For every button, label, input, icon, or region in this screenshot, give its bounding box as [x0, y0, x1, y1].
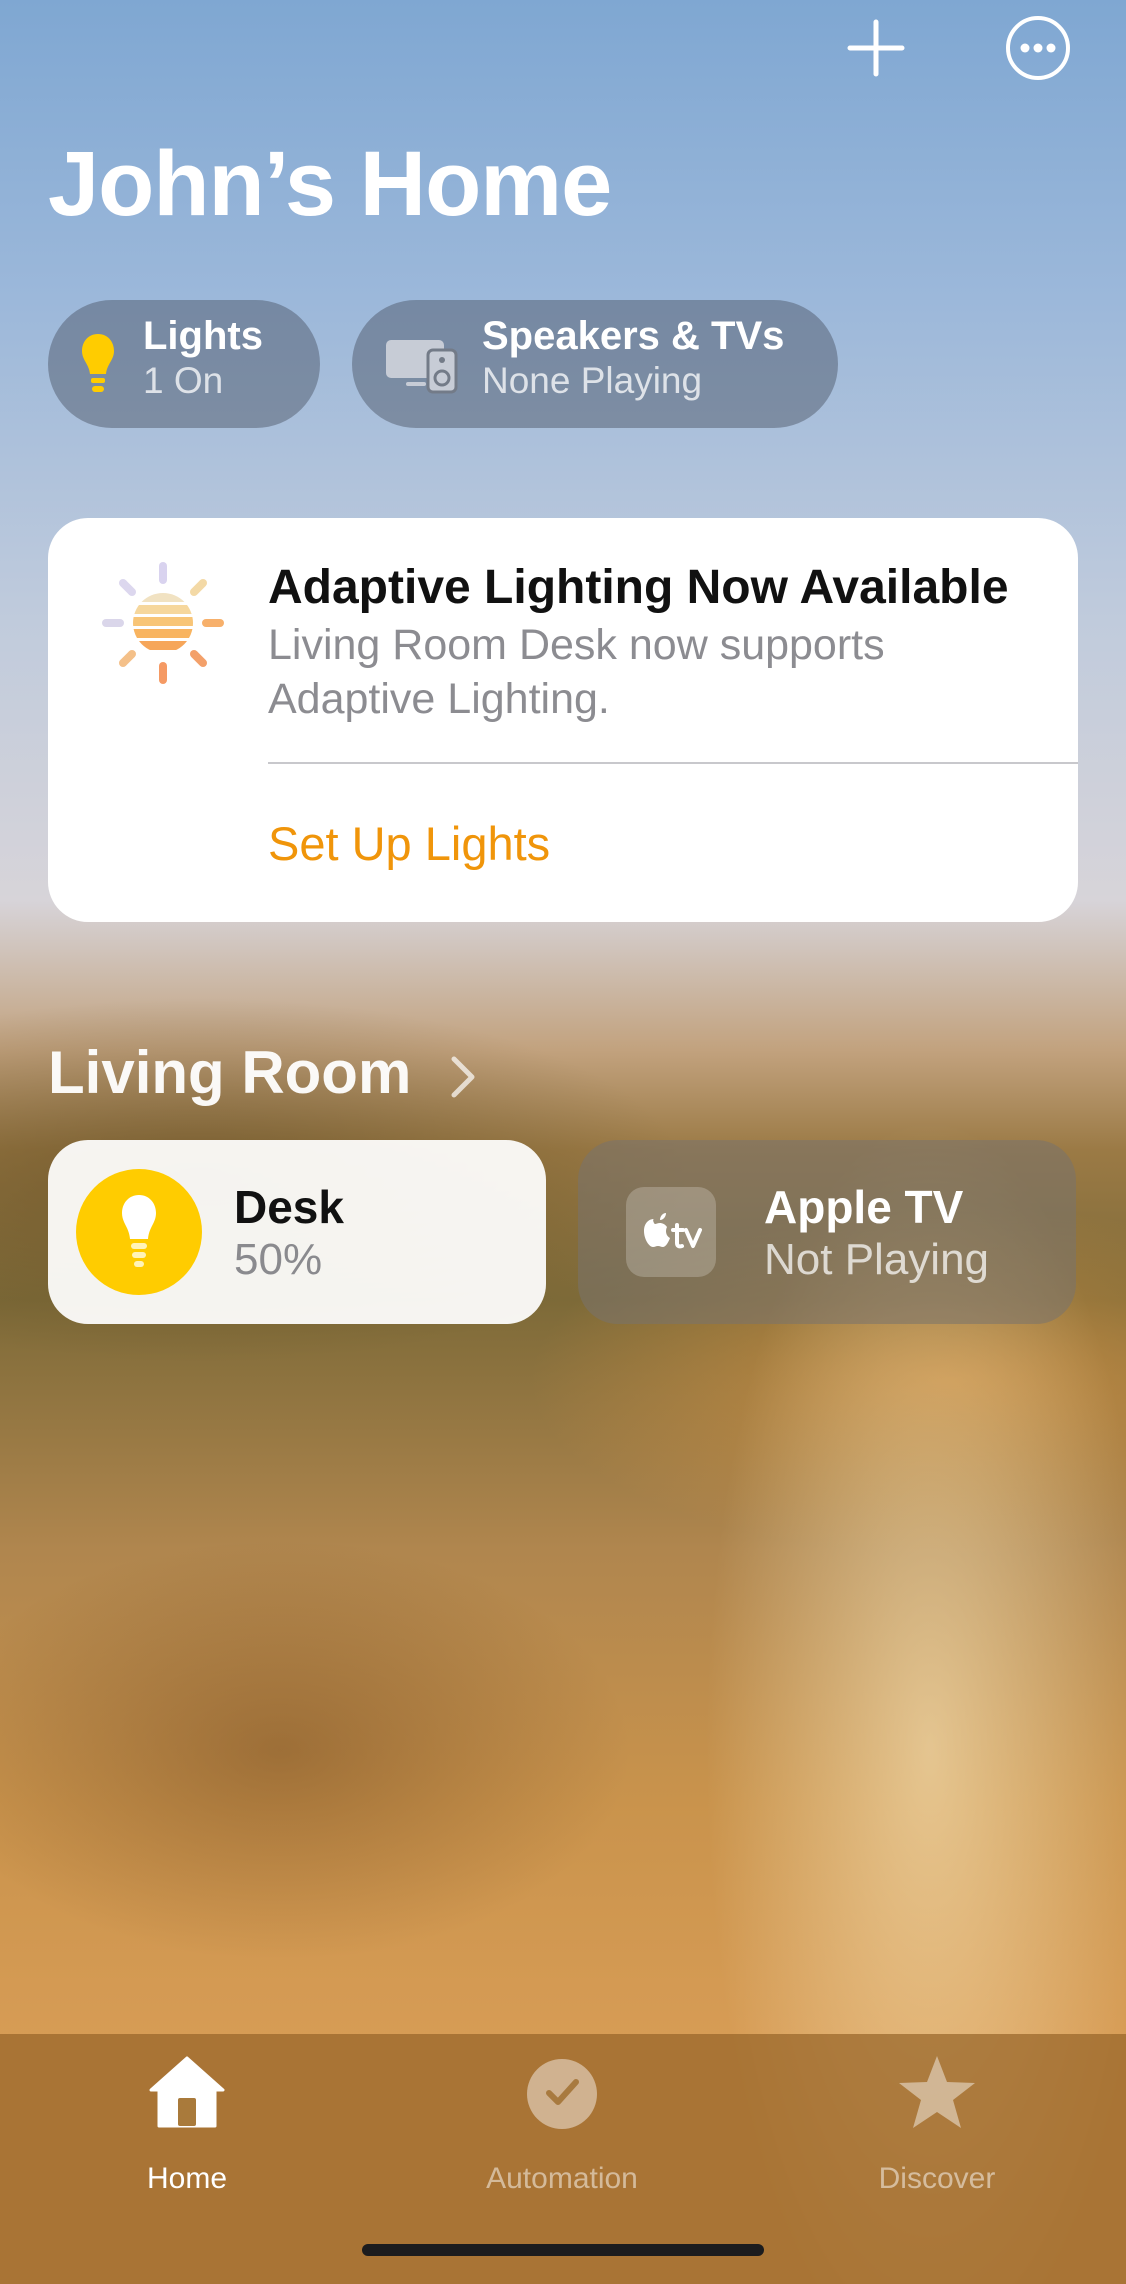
star-icon	[899, 2056, 975, 2128]
adaptive-lighting-banner: Adaptive Lighting Now Available Living R…	[48, 518, 1078, 922]
lightbulb-icon	[82, 334, 114, 392]
tab-home[interactable]: Home	[57, 2054, 317, 2195]
room-name: Living Room	[48, 1039, 412, 1106]
lights-pill-title: Lights	[143, 314, 263, 358]
accessory-status: 50%	[234, 1235, 323, 1284]
banner-title: Adaptive Lighting Now Available	[268, 561, 1009, 614]
accessory-name: Desk	[234, 1181, 344, 1233]
house-icon	[149, 2056, 225, 2128]
clock-check-icon	[527, 2059, 597, 2129]
room-header[interactable]: Living Room	[48, 1038, 476, 1107]
plus-icon	[847, 19, 905, 77]
set-up-lights-button[interactable]: Set Up Lights	[268, 816, 550, 871]
accessory-tile-desk[interactable]: Desk 50%	[48, 1140, 546, 1324]
add-button[interactable]	[842, 14, 910, 82]
home-indicator[interactable]	[362, 2244, 764, 2256]
banner-description: Living Room Desk now supports Adaptive L…	[268, 621, 885, 723]
speakers-tvs-status-pill[interactable]: Speakers & TVs None Playing	[352, 300, 838, 428]
apple-tv-icon	[626, 1187, 716, 1277]
ellipsis-circle-icon	[1006, 16, 1070, 80]
desk-icon-circle	[76, 1169, 202, 1295]
tab-label: Discover	[878, 2162, 996, 2195]
banner-divider	[268, 762, 1078, 764]
accessory-name: Apple TV	[764, 1181, 964, 1233]
adaptive-lighting-sun-icon	[102, 562, 224, 684]
lights-pill-status: 1 On	[143, 360, 224, 401]
page-title: John’s Home	[48, 133, 612, 235]
chevron-right-icon	[451, 1056, 475, 1098]
accessory-tile-apple-tv[interactable]: Apple TV Not Playing	[578, 1140, 1076, 1324]
accessory-status: Not Playing	[764, 1235, 990, 1284]
lights-status-pill[interactable]: Lights 1 On	[48, 300, 320, 428]
speaker-tv-icon	[386, 340, 458, 394]
speakers-pill-status: None Playing	[482, 360, 703, 401]
tab-label: Automation	[486, 2162, 638, 2195]
lightbulb-icon	[122, 1195, 156, 1267]
tab-discover[interactable]: Discover	[807, 2054, 1067, 2195]
speakers-pill-title: Speakers & TVs	[482, 314, 785, 358]
more-button[interactable]	[1004, 14, 1072, 82]
tab-label: Home	[146, 2162, 228, 2195]
tab-automation[interactable]: Automation	[432, 2054, 692, 2195]
